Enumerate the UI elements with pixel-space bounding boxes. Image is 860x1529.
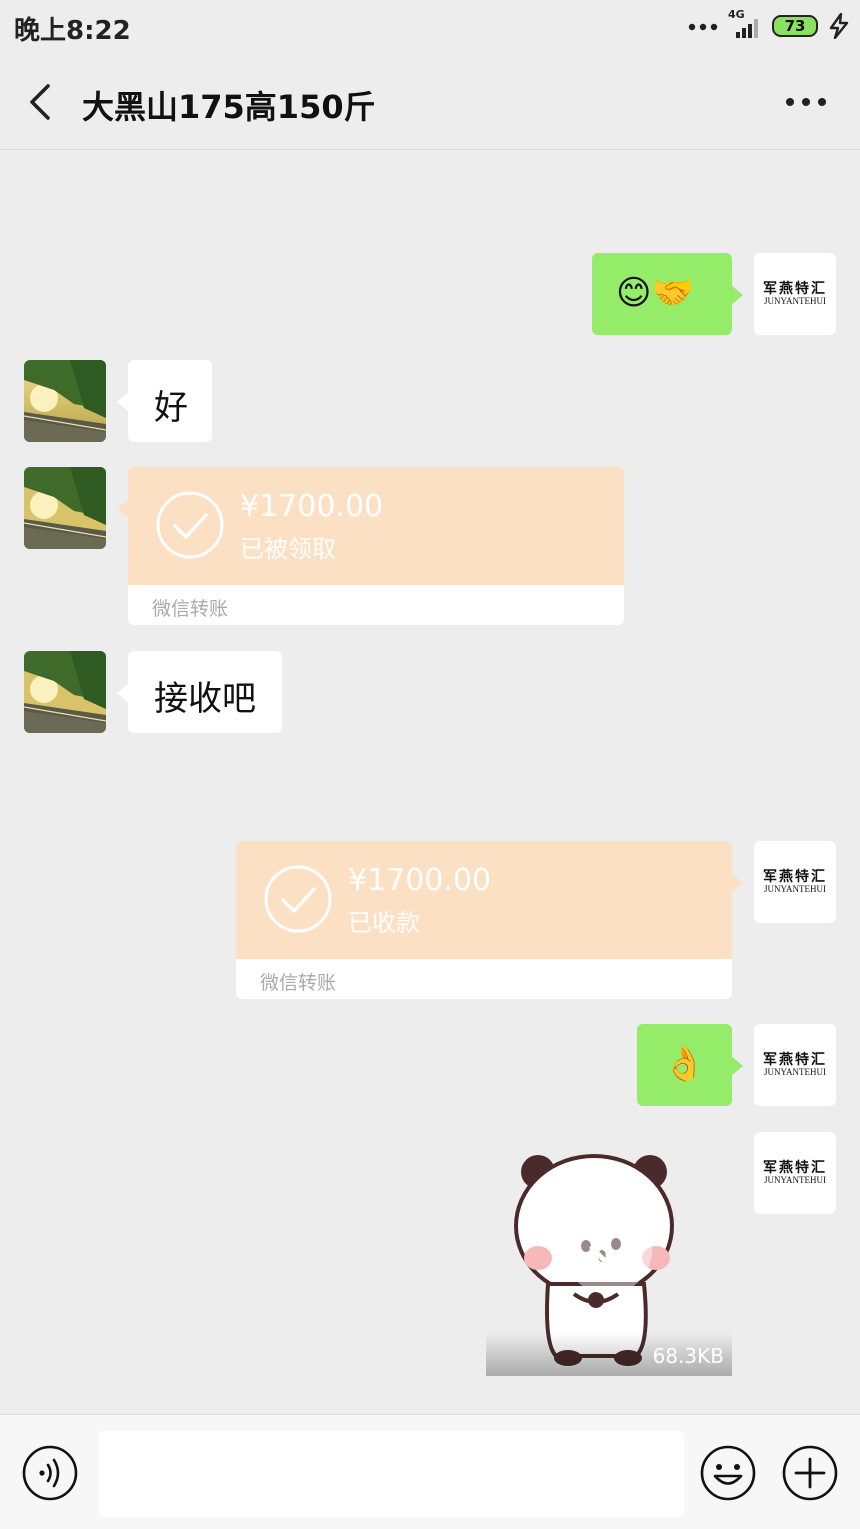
message-bubble-text[interactable]: 接收吧 [117, 651, 282, 733]
back-arrow-icon[interactable] [22, 82, 62, 122]
my-avatar[interactable]: 军燕特汇 JUNYANTEHUI [754, 1132, 836, 1214]
emoji-picker-icon[interactable] [700, 1445, 756, 1501]
avatar-logo-en: JUNYANTEHUI [764, 883, 826, 894]
more-options-icon[interactable] [784, 82, 828, 122]
charging-icon [829, 13, 849, 39]
download-icon[interactable] [562, 1204, 654, 1296]
transfer-card[interactable]: ¥1700.00 已被领取 微信转账 [117, 467, 624, 625]
sticker-message[interactable]: 68.3KB [486, 1134, 732, 1376]
transfer-label: 微信转账 [260, 972, 337, 994]
contact-avatar[interactable] [24, 467, 106, 549]
check-circle-icon [264, 865, 332, 933]
transfer-card-footer: 微信转账 [236, 959, 732, 999]
status-icons: 4G 73 [688, 8, 850, 40]
avatar-logo-cn: 军燕特汇 [763, 1051, 827, 1068]
avatar-logo-cn: 军燕特汇 [763, 868, 827, 885]
check-circle-icon [156, 491, 224, 559]
transfer-label: 微信转账 [152, 598, 229, 620]
road-photo-icon [24, 360, 106, 442]
transfer-amount: ¥1700.00 [240, 489, 384, 524]
signal-icon: 4G [728, 8, 762, 40]
chat-header: 大黑山175高150斤 [0, 52, 860, 150]
contact-avatar[interactable] [24, 651, 106, 733]
emoji-content: 👌 [663, 1044, 706, 1084]
my-avatar[interactable]: 军燕特汇 JUNYANTEHUI [754, 1024, 836, 1106]
transfer-card[interactable]: ¥1700.00 已收款 微信转账 [236, 841, 743, 999]
message-input[interactable] [98, 1431, 684, 1517]
message-text: 接收吧 [154, 679, 256, 719]
transfer-card-header: ¥1700.00 已被领取 [128, 467, 624, 585]
avatar-logo-cn: 军燕特汇 [763, 1159, 827, 1176]
status-time: 晚上8:22 [14, 16, 131, 46]
message-bubble-emoji[interactable]: 👌 [637, 1024, 743, 1106]
my-avatar[interactable]: 军燕特汇 JUNYANTEHUI [754, 253, 836, 335]
chat-input-bar [0, 1414, 860, 1529]
avatar-logo-en: JUNYANTEHUI [764, 1174, 826, 1185]
transfer-card-header: ¥1700.00 已收款 [236, 841, 732, 959]
message-text: 好 [154, 388, 188, 428]
file-size: 68.3KB [652, 1344, 724, 1368]
road-photo-icon [24, 651, 106, 733]
road-photo-icon [24, 467, 106, 549]
transfer-card-footer: 微信转账 [128, 585, 624, 625]
message-bubble-text[interactable]: 好 [117, 360, 212, 442]
more-functions-icon[interactable] [782, 1445, 838, 1501]
emoji-content: 😊🤝 [616, 273, 694, 313]
more-dots-icon [688, 23, 718, 31]
contact-avatar[interactable] [24, 360, 106, 442]
status-bar: 晚上8:22 4G 73 [0, 0, 860, 52]
transfer-status: 已被领取 [240, 535, 336, 563]
avatar-logo-en: JUNYANTEHUI [764, 295, 826, 306]
message-bubble-emoji[interactable]: 😊🤝 [592, 253, 743, 335]
avatar-logo-en: JUNYANTEHUI [764, 1066, 826, 1077]
transfer-status: 已收款 [348, 909, 420, 937]
avatar-logo-cn: 军燕特汇 [763, 280, 827, 297]
chat-title: 大黑山175高150斤 [82, 88, 376, 126]
battery-indicator: 73 [772, 15, 818, 37]
my-avatar[interactable]: 军燕特汇 JUNYANTEHUI [754, 841, 836, 923]
transfer-amount: ¥1700.00 [348, 863, 492, 898]
voice-input-icon[interactable] [22, 1445, 78, 1501]
